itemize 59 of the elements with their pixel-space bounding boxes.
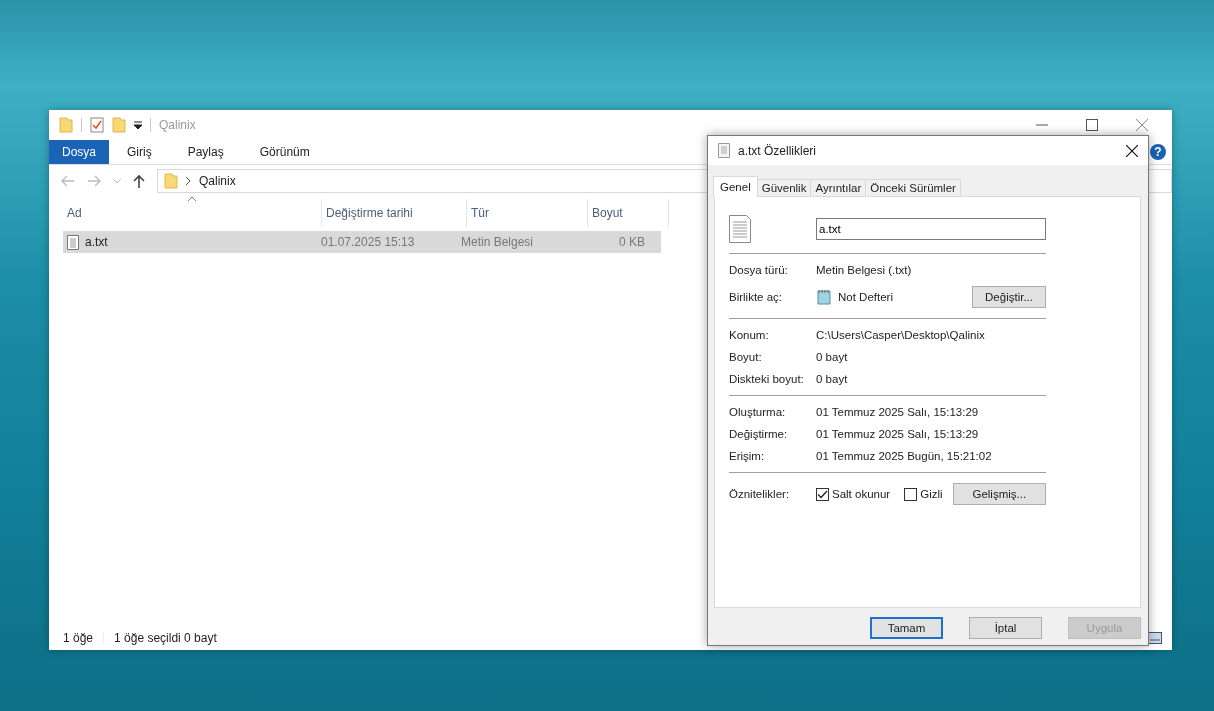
dialog-button[interactable]: İptal [969,617,1042,639]
property-value: 01 Temmuz 2025 Salı, 15:13:29 [816,406,980,418]
text-file-icon [718,143,730,158]
dialog-tab[interactable]: Ayrıntılar [810,179,867,196]
ribbon-tab[interactable]: Görünüm [241,140,328,164]
maximize-icon[interactable] [1086,119,1098,131]
close-icon[interactable] [1126,144,1138,157]
checkbox-icon[interactable] [816,487,829,501]
checklist-icon[interactable] [90,117,104,133]
chevron-right-icon [186,177,191,185]
file-name: a.txt [85,235,108,249]
property-label: Oluşturma: [729,406,787,418]
dialog-tab[interactable]: Genel [713,176,758,197]
dropdown-icon[interactable] [134,121,142,129]
property-label: Boyut: [729,351,763,363]
modified-date: 01.07.2025 15:13 [320,235,416,249]
folder-icon [164,173,178,189]
attribute-checkbox[interactable]: Gizli [904,487,943,501]
advanced-button[interactable]: Gelişmiş... [952,483,1046,505]
dialog-title: a.txt Özellikleri [738,143,817,158]
property-label: Konum: [729,329,770,341]
file-name-field[interactable]: a.txt [816,218,1046,240]
property-label: Diskteki boyut: [729,373,805,385]
file-type: Metin Belgesi [460,235,535,249]
property-label: Erişim: [729,450,766,462]
column-header[interactable]: Boyut [588,199,669,227]
ribbon-tab[interactable]: Dosya [49,140,109,164]
property-value: 01 Temmuz 2025 Bugün, 15:21:02 [816,450,993,462]
text-file-icon [729,215,751,243]
property-label: Değiştirme: [729,428,789,440]
notepad-icon [816,289,832,305]
property-value: C:\Users\Casper\Desktop\Qalinix [816,329,986,341]
up-arrow-icon[interactable] [133,174,145,188]
property-label: Dosya türü: [729,264,789,276]
dialog-button[interactable]: Tamam [870,617,943,639]
property-value: Metin Belgesi (.txt) [816,264,913,276]
column-header[interactable]: Ad [63,199,322,227]
selection-info: 1 öğe seçildi 0 bayt [114,631,217,645]
property-value: 0 bayt [816,373,849,385]
help-button[interactable]: ? [1150,144,1166,160]
change-button[interactable]: Değiştir... [972,286,1046,308]
column-header[interactable]: Tür [467,199,588,227]
dialog-tab[interactable]: Önceki Sürümler [865,179,961,196]
text-file-icon [67,234,79,250]
item-count: 1 öğe [63,631,94,645]
property-value: Not Defteri [838,291,893,303]
property-label: Birlikte aç: [729,291,784,303]
property-label: Öznitelikler: [729,488,791,500]
ribbon-tab[interactable]: Giriş [109,140,170,164]
attribute-checkbox[interactable]: Salt okunur [816,487,891,501]
column-header[interactable]: Değiştirme tarihi [322,199,467,227]
checkbox-icon[interactable] [904,487,918,501]
file-size: 0 KB [618,235,646,249]
property-value: 01 Temmuz 2025 Salı, 15:13:29 [816,428,980,440]
window-title: Qalinix [159,118,196,132]
ribbon-tab[interactable]: Paylaş [169,140,242,164]
property-value: 0 bayt [816,351,849,363]
file-row[interactable]: a.txt 01.07.2025 15:13 Metin Belgesi 0 KB [63,231,661,253]
path-segment[interactable]: Qalinix [199,174,236,188]
